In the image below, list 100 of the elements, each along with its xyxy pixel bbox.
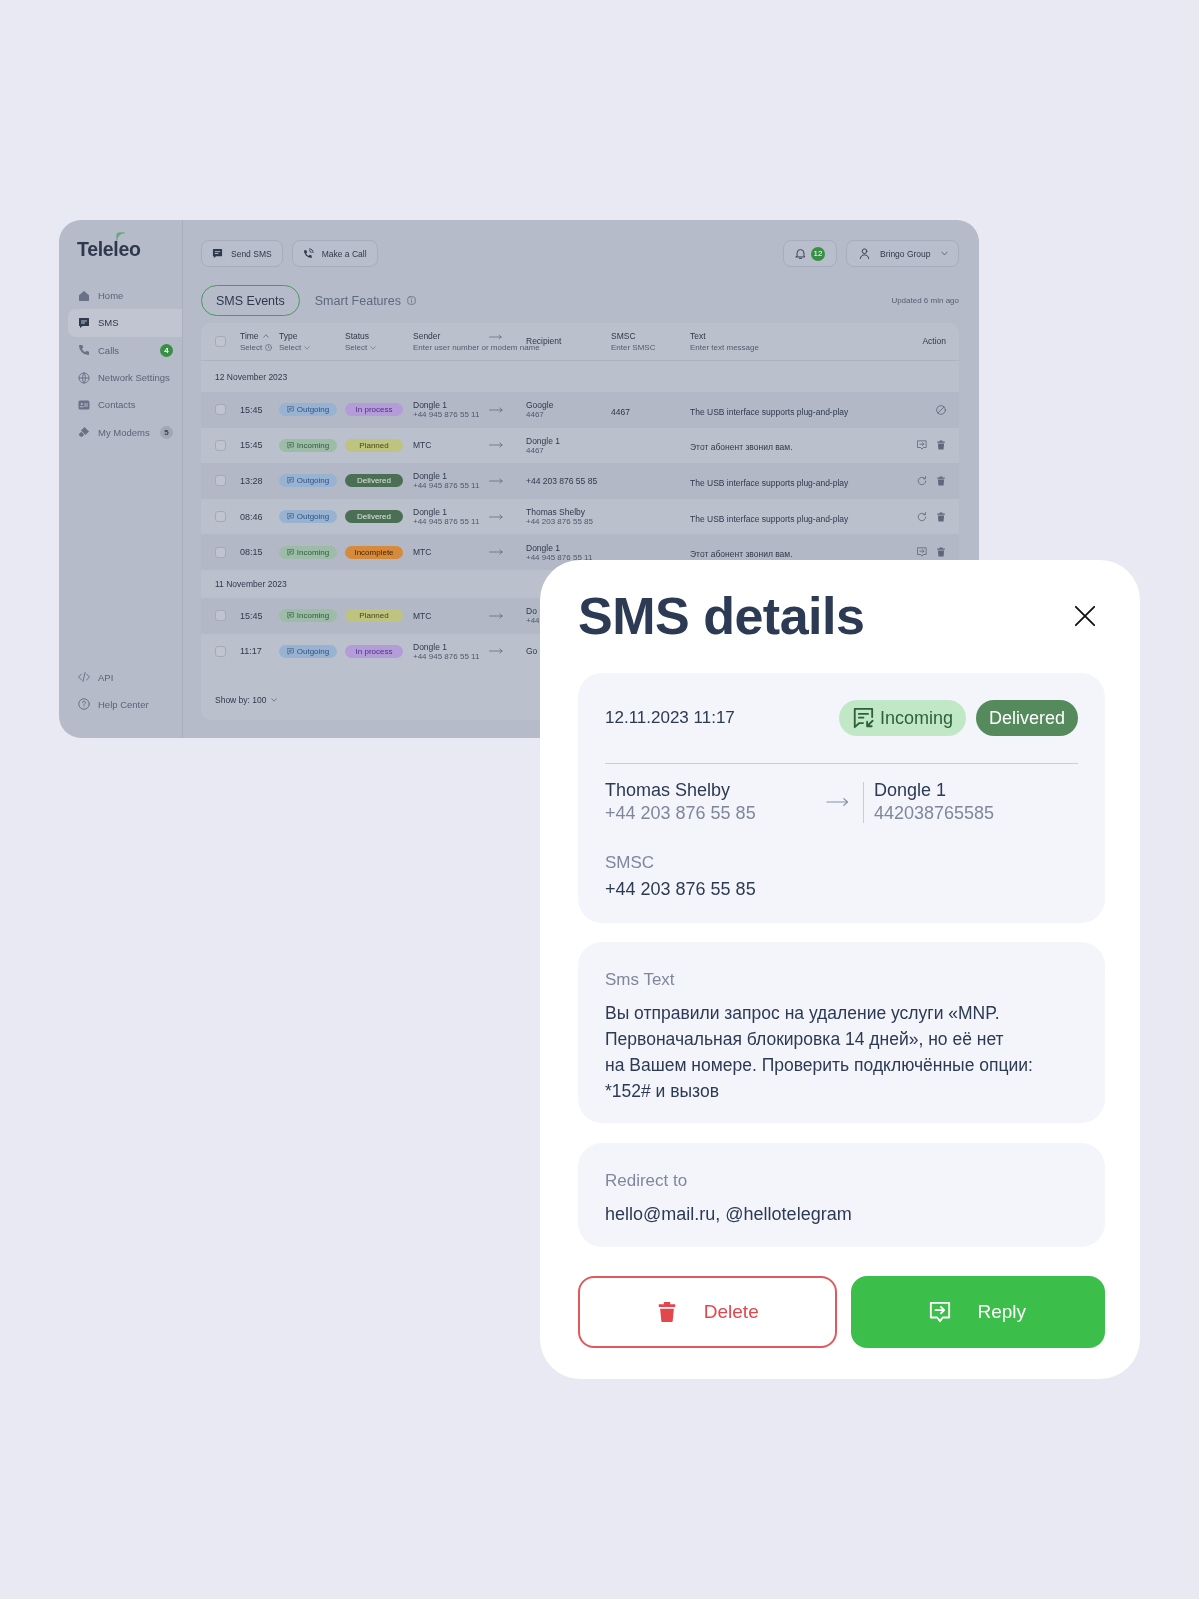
date-heading: 12 November 2023 xyxy=(214,370,289,384)
row-checkbox[interactable] xyxy=(215,511,226,523)
column-header: Sender xyxy=(413,330,441,342)
select-all-checkbox[interactable] xyxy=(215,336,226,347)
trash-icon[interactable] xyxy=(936,476,946,486)
nav-item[interactable]: Home xyxy=(68,282,182,310)
smsc-text: 4467 xyxy=(611,406,630,417)
nav-item[interactable]: SMS xyxy=(68,309,182,337)
field-label: Sms Text xyxy=(605,969,675,991)
column-header: Action xyxy=(922,336,946,347)
chevron-down-icon xyxy=(941,250,948,257)
row-checkbox[interactable] xyxy=(215,610,226,622)
close-icon[interactable] xyxy=(1074,605,1096,627)
recipient-number: +44 203 876 55 85 xyxy=(526,517,594,527)
id-card-icon xyxy=(78,398,90,411)
nav-item[interactable]: Contacts xyxy=(68,391,182,419)
date-time-text: 12.11.2023 11:17 xyxy=(605,708,735,728)
page-size-dropdown[interactable]: Show by: 100 xyxy=(215,695,277,705)
tab[interactable]: Smart Features xyxy=(299,285,431,316)
reply-icon[interactable] xyxy=(917,547,927,558)
chevron-down-icon xyxy=(370,344,377,351)
status-tag: Delivered xyxy=(345,510,403,524)
sender-name: Dongle 1 xyxy=(413,400,449,411)
chevron-down-icon xyxy=(270,697,277,703)
nav-item[interactable]: Calls 4 xyxy=(68,336,182,364)
usb-stick-icon xyxy=(78,426,90,439)
type-label: Outgoing xyxy=(296,405,330,415)
sender-number: +44 203 876 55 85 xyxy=(605,802,756,825)
logo-text: Teleleo xyxy=(77,238,141,260)
sender-number: +44 945 876 55 11 xyxy=(413,517,481,527)
home-icon xyxy=(78,289,90,302)
nav-item[interactable]: API xyxy=(68,663,182,691)
row-checkbox[interactable] xyxy=(215,475,226,487)
message-icon xyxy=(286,647,294,655)
dialog-title: SMS details xyxy=(578,586,865,646)
row-checkbox[interactable] xyxy=(215,439,226,451)
recipient-name: +44 203 876 55 85 xyxy=(526,476,599,486)
filter-input[interactable]: Enter SMSC xyxy=(611,342,660,353)
sender-name: Thomas Shelby xyxy=(605,779,731,802)
sort-caret-icon[interactable] xyxy=(262,333,269,339)
status-tag: In process xyxy=(345,644,403,658)
type-label: Incoming xyxy=(879,707,953,729)
notifications-button[interactable]: 12 xyxy=(783,240,837,267)
status-tag: Planned xyxy=(345,438,403,452)
retry-icon[interactable] xyxy=(917,476,927,486)
redirect-value: hello@mail.ru, @hellotelegram xyxy=(605,1203,852,1226)
trash-icon[interactable] xyxy=(936,440,946,451)
column-header: SMSC xyxy=(611,330,636,342)
chat-bubble-icon xyxy=(212,248,223,259)
filter-dropdown[interactable]: Select xyxy=(279,342,311,353)
cancel-icon[interactable] xyxy=(936,404,946,415)
row-checkbox[interactable] xyxy=(215,546,226,558)
globe-icon xyxy=(78,371,90,384)
row-checkbox[interactable] xyxy=(215,645,226,657)
retry-icon[interactable] xyxy=(917,511,927,522)
count-badge: 12 xyxy=(811,246,825,261)
recipient-number: 4467 xyxy=(526,445,544,455)
send-sms-button[interactable]: Send SMS xyxy=(201,240,283,267)
account-menu-button[interactable]: Bringo Group xyxy=(846,240,959,267)
reply-icon[interactable] xyxy=(917,440,927,451)
delete-button[interactable]: Delete xyxy=(578,1276,837,1348)
recipient-name: Dongle 1 xyxy=(526,542,562,553)
arrow-icon xyxy=(489,648,503,655)
chat-bubble-icon xyxy=(78,316,90,329)
time-text: 08:15 xyxy=(240,547,264,558)
trash-icon[interactable] xyxy=(936,547,946,558)
arrow-icon xyxy=(826,797,849,807)
message-icon xyxy=(286,548,294,556)
column-header: Type xyxy=(279,330,298,342)
nav-item[interactable]: My Modems 5 xyxy=(68,418,182,446)
trash-icon[interactable] xyxy=(936,511,946,522)
filter-dropdown[interactable]: Select xyxy=(345,342,377,353)
time-filter[interactable]: Select xyxy=(240,342,273,353)
arrow-icon xyxy=(489,442,503,449)
time-text: 13:28 xyxy=(240,476,264,486)
sender-name: Dongle 1 xyxy=(413,471,449,482)
sender-number: +44 945 876 55 11 xyxy=(413,651,481,661)
make-call-button[interactable]: Make a Call xyxy=(291,240,378,267)
nav-item[interactable]: Help Center xyxy=(68,690,182,718)
status-tag: Planned xyxy=(345,609,403,623)
count-badge: 5 xyxy=(160,425,173,439)
reply-button[interactable]: Reply xyxy=(850,1276,1105,1348)
reply-icon xyxy=(929,1301,952,1323)
help-icon xyxy=(78,698,90,711)
recipient-number: +44 945 876 55 11 xyxy=(526,552,594,562)
message-icon xyxy=(286,477,294,485)
row-checkbox[interactable] xyxy=(215,404,226,416)
message-text: The USB interface supports plug-and-play xyxy=(690,513,849,524)
recipient-name: Go xyxy=(526,646,539,657)
sender-number: +44 945 876 55 11 xyxy=(413,410,481,420)
message-icon xyxy=(286,406,294,414)
nav-item[interactable]: Network Settings xyxy=(68,363,182,392)
recipient-name: Dongle 1 xyxy=(526,435,562,446)
field-label: Redirect to xyxy=(605,1170,688,1192)
column-header: Time xyxy=(240,330,259,342)
arrow-icon xyxy=(489,406,503,413)
signal-icon xyxy=(116,232,125,241)
time-text: 15:45 xyxy=(240,440,264,451)
column-header: Status xyxy=(345,330,370,342)
filter-input[interactable]: Enter text message xyxy=(690,342,774,353)
